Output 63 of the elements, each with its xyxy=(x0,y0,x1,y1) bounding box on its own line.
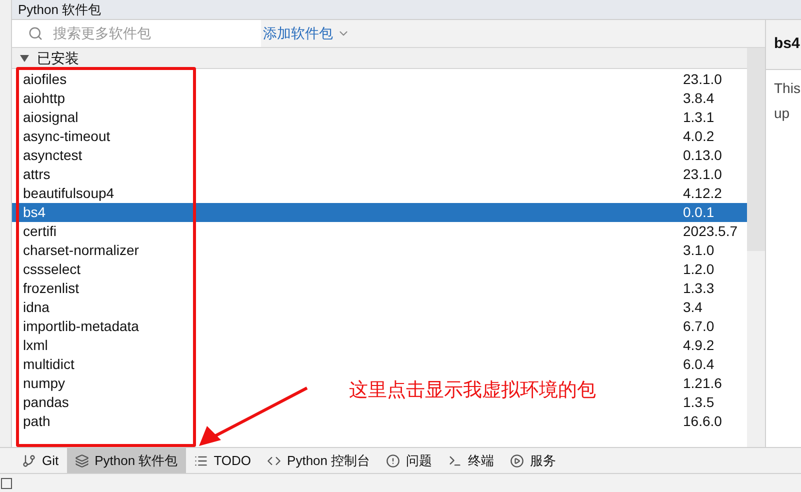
tool-window-tab[interactable]: 问题 xyxy=(378,448,440,473)
package-name[interactable]: frozenlist xyxy=(23,280,80,297)
package-name[interactable]: aiofiles xyxy=(23,71,67,88)
package-version: 3.4 xyxy=(683,299,704,316)
package-version: 6.7.0 xyxy=(683,318,716,335)
package-version: 1.2.0 xyxy=(683,261,716,278)
tool-window-tab[interactable]: Python 控制台 xyxy=(259,448,378,473)
detail-text: This xyxy=(774,79,801,98)
package-name[interactable]: certifi xyxy=(23,223,56,240)
layers-icon xyxy=(74,454,89,468)
package-name[interactable]: pandas xyxy=(23,394,69,411)
search-icon xyxy=(28,26,43,41)
package-version: 2023.5.7 xyxy=(683,223,738,240)
detail-text: up xyxy=(774,104,791,123)
package-version: 4.12.2 xyxy=(683,185,723,202)
list-icon xyxy=(194,454,208,468)
package-version: 0.13.0 xyxy=(683,147,723,164)
package-version: 4.9.2 xyxy=(683,337,716,354)
package-name[interactable]: multidict xyxy=(23,356,74,373)
group-header[interactable]: 已安装 xyxy=(12,48,747,69)
panel-title: Python 软件包 xyxy=(18,1,102,18)
package-version: 6.0.4 xyxy=(683,356,716,373)
package-name[interactable]: path xyxy=(23,413,50,430)
package-name[interactable]: lxml xyxy=(23,337,48,354)
package-version: 16.6.0 xyxy=(683,413,723,430)
alert-icon xyxy=(386,454,400,468)
package-name[interactable]: bs4 xyxy=(23,204,46,221)
tool-window-tab[interactable]: Python 软件包 xyxy=(66,448,186,473)
tool-window-tab[interactable]: 服务 xyxy=(502,448,564,473)
package-name[interactable]: attrs xyxy=(23,166,50,183)
selected-row-highlight[interactable]: bs4 0.0.1 xyxy=(12,203,747,222)
add-package-button[interactable]: 添加软件包 xyxy=(261,20,356,47)
terminal-icon xyxy=(448,454,462,468)
package-name[interactable]: importlib-metadata xyxy=(23,318,139,335)
package-version: 23.1.0 xyxy=(683,166,723,183)
package-name[interactable]: asynctest xyxy=(23,147,82,164)
package-name[interactable]: aiohttp xyxy=(23,90,66,107)
annotation-text: 这里点击显示我虚拟环境的包 xyxy=(349,379,596,403)
package-name[interactable]: numpy xyxy=(23,375,66,392)
package-version: 0.0.1 xyxy=(683,204,716,221)
group-label: 已安装 xyxy=(37,48,79,68)
package-version: 4.0.2 xyxy=(683,128,716,145)
square-icon xyxy=(1,478,12,488)
package-version: 1.3.3 xyxy=(683,280,716,297)
package-version: 3.1.0 xyxy=(683,242,716,259)
tool-window-tab[interactable]: 终端 xyxy=(440,448,502,473)
package-version: 1.3.1 xyxy=(683,109,716,126)
play-icon xyxy=(510,454,524,468)
package-version: 1.3.5 xyxy=(683,394,716,411)
branch-icon xyxy=(22,454,36,468)
package-version: 23.1.0 xyxy=(683,71,723,88)
package-name[interactable]: charset-normalizer xyxy=(23,242,139,259)
search-field[interactable]: 搜索更多软件包 xyxy=(53,23,253,44)
package-version: 1.21.6 xyxy=(683,375,723,392)
package-name[interactable]: beautifulsoup4 xyxy=(23,185,114,202)
package-name[interactable]: aiosignal xyxy=(23,109,78,126)
package-name[interactable]: async-timeout xyxy=(23,128,110,145)
tool-window-tab[interactable]: TODO xyxy=(186,448,260,473)
detail-title: bs4 xyxy=(774,34,800,54)
package-name[interactable]: cssselect xyxy=(23,261,81,278)
package-version: 3.8.4 xyxy=(683,90,716,107)
package-name[interactable]: idna xyxy=(23,299,50,316)
tool-window-tab[interactable]: Git xyxy=(14,448,67,473)
